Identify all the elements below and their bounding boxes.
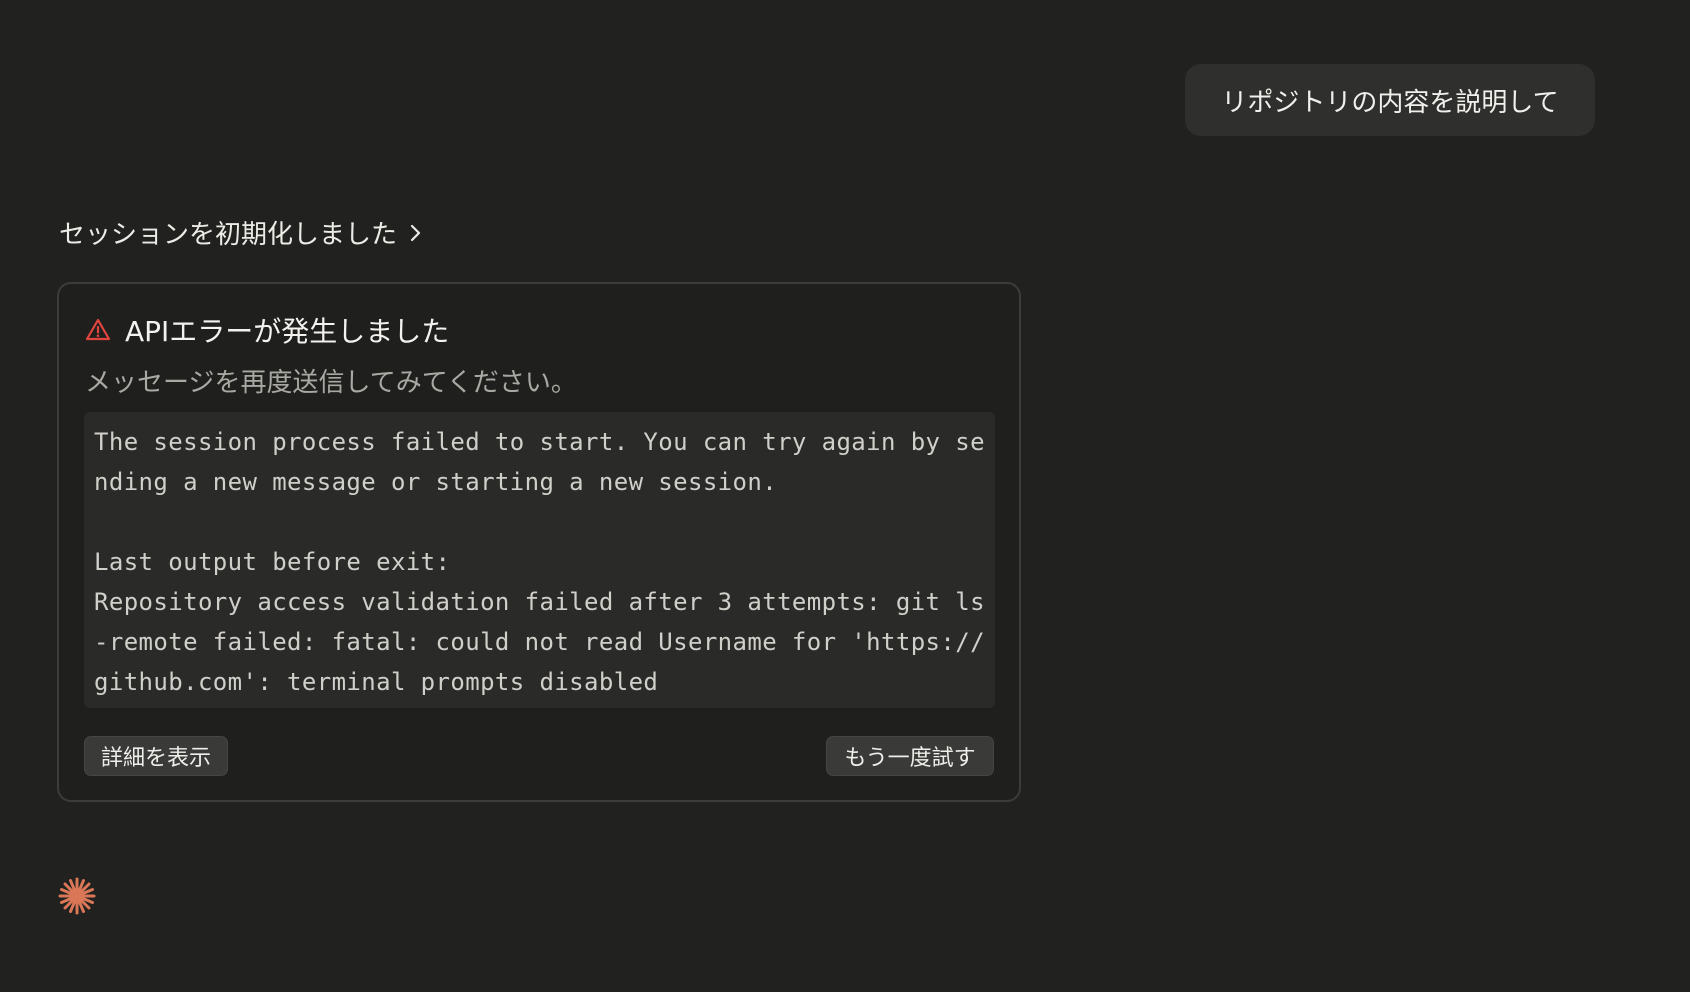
user-message-text: リポジトリの内容を説明して [1221, 87, 1559, 118]
session-status-toggle[interactable]: セッションを初期化しました [59, 214, 425, 251]
warning-triangle-icon [85, 318, 111, 341]
show-details-button[interactable]: 詳細を表示 [84, 736, 228, 776]
user-message-bubble: リポジトリの内容を説明して [1185, 64, 1595, 136]
chevron-right-icon [410, 224, 421, 241]
chat-page: リポジトリの内容を説明して セッションを初期化しました APIエラーが発生しまし… [0, 0, 1690, 992]
error-title: APIエラーが発生しました [125, 315, 450, 348]
sparkle-icon [58, 877, 96, 915]
error-hint: メッセージを再度送信してみてください。 [85, 368, 577, 398]
session-status-label: セッションを初期化しました [59, 220, 398, 250]
error-log: The session process failed to start. You… [84, 412, 995, 708]
error-header: APIエラーが発生しました [85, 310, 449, 350]
retry-button[interactable]: もう一度試す [826, 736, 994, 776]
api-error-card: APIエラーが発生しました メッセージを再度送信してみてください。 The se… [57, 282, 1021, 802]
